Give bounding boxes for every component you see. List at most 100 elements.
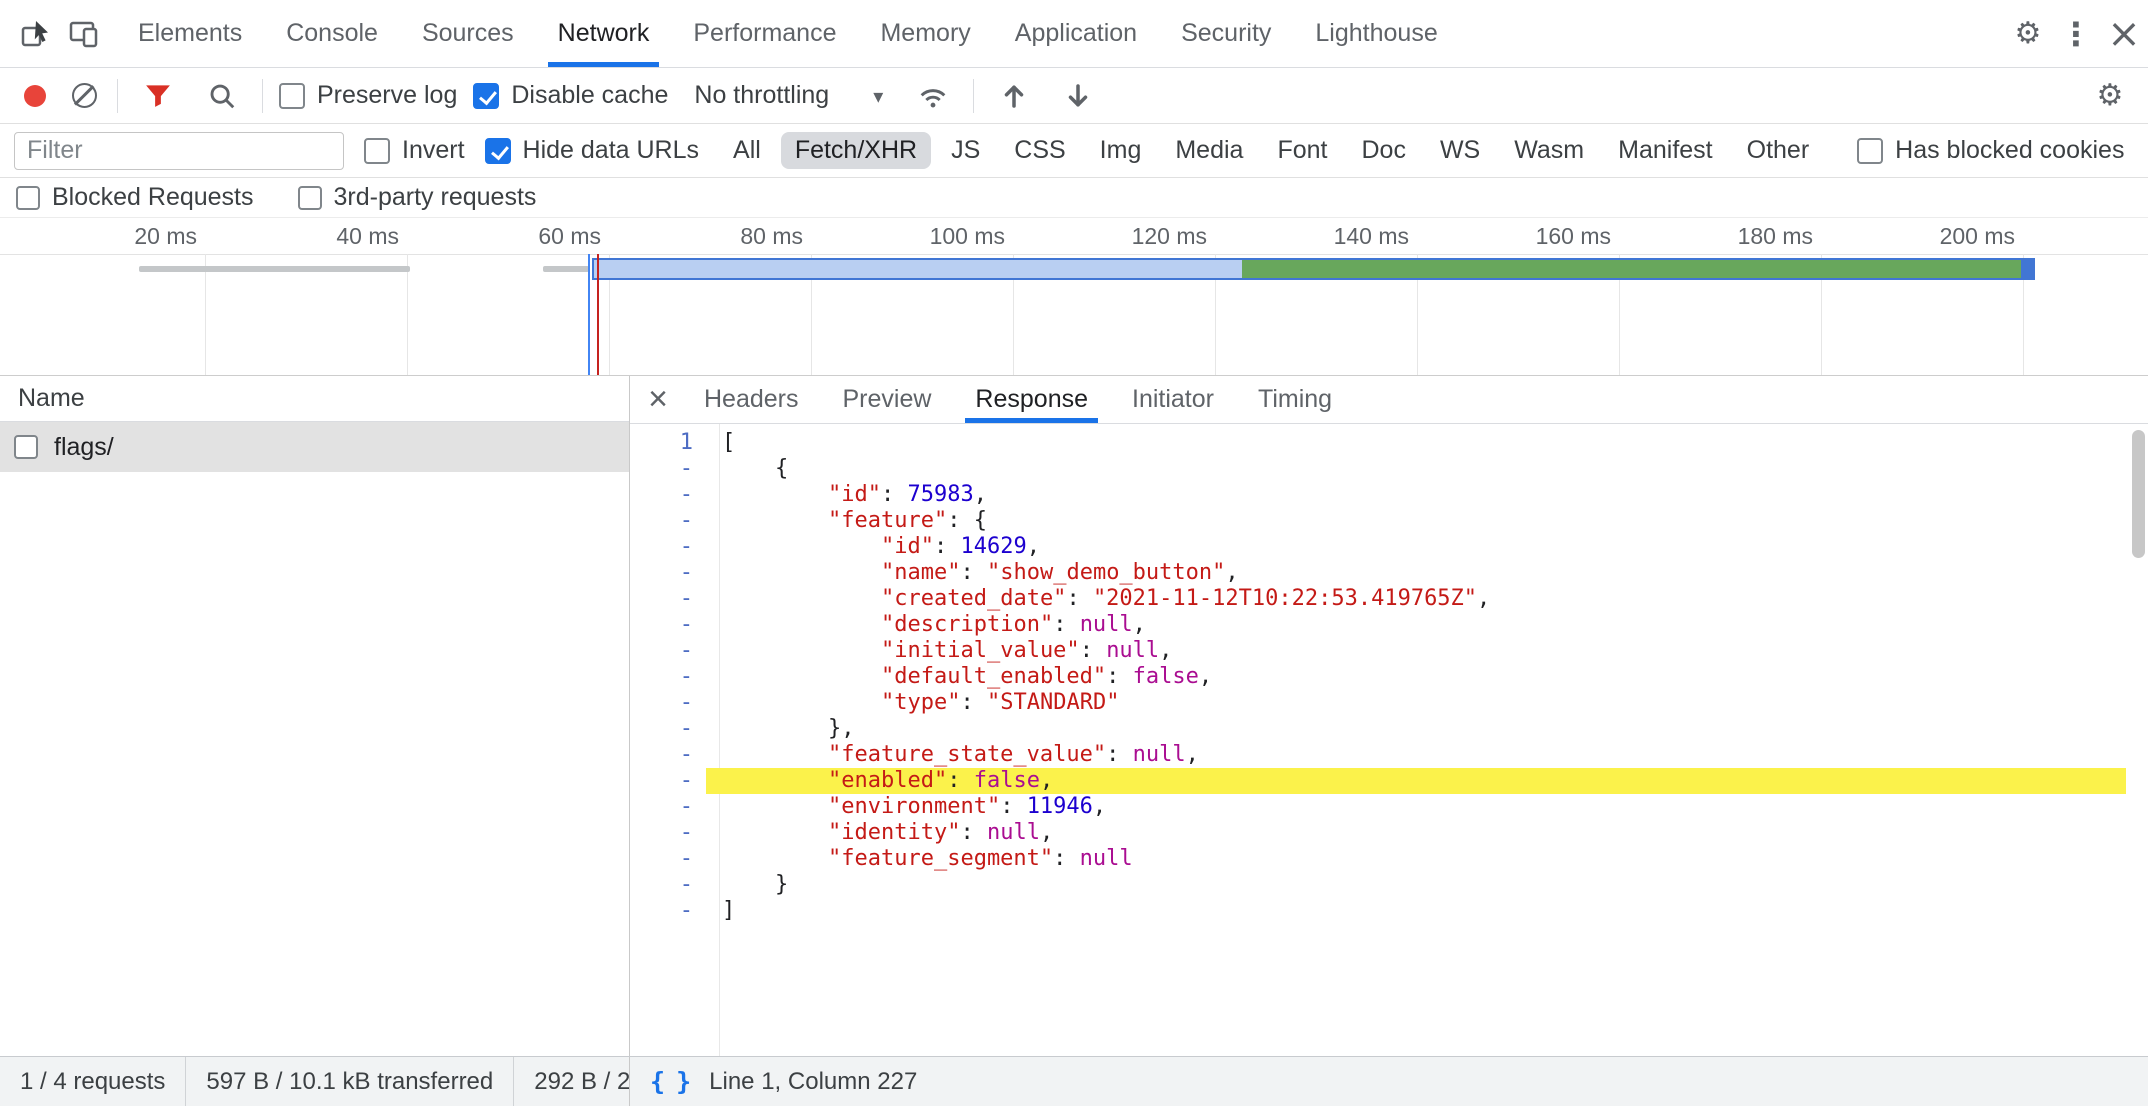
scrollbar[interactable] [2130,428,2147,1052]
timeline-gridline [407,254,408,375]
network-split-view: Name flags/ × HeadersPreviewResponseInit… [0,376,2148,1056]
tab-lighthouse[interactable]: Lighthouse [1293,0,1459,67]
code-token: : [960,560,987,585]
tabbar-spacer [1460,0,2004,67]
blocked-requests-checkbox[interactable]: Blocked Requests [16,183,254,212]
invert-checkbox[interactable]: Invert [364,136,465,165]
code-line-text: "environment": 11946, [706,794,2126,820]
gutter-marker: - [630,586,706,612]
tab-console[interactable]: Console [264,0,400,67]
throttling-dropdown[interactable]: No throttling ▾ [684,81,893,110]
code-token: "id" [881,534,934,559]
invert-checkbox-box[interactable] [364,138,390,164]
third-party-requests-checkbox-box[interactable] [298,186,322,210]
disable-cache-checkbox-box[interactable] [473,83,499,109]
disable-cache-label: Disable cache [511,81,668,110]
preserve-log-checkbox[interactable]: Preserve log [279,81,457,110]
code-line: -{ [630,456,2126,482]
request-row-checkbox[interactable] [14,435,38,459]
network-settings-gear-icon[interactable]: ⚙ [2086,78,2134,113]
gutter-marker: - [630,716,706,742]
code-token: null [1106,638,1159,663]
details-tab-headers[interactable]: Headers [682,376,821,423]
code-line-text: } [706,872,2126,898]
filter-type-other[interactable]: Other [1733,132,1824,169]
details-tab-response[interactable]: Response [953,376,1110,423]
import-har-button[interactable] [990,81,1038,111]
record-network-log-button[interactable] [24,85,46,107]
code-token: , [974,482,987,507]
clear-network-log-button[interactable] [72,83,97,108]
request-waiting-segment [594,260,1242,278]
close-devtools-icon[interactable]: × [2100,0,2148,67]
code-line: -"identity": null, [630,820,2126,846]
request-row-flags[interactable]: flags/ [0,422,629,472]
device-toolbar-button[interactable] [60,0,108,67]
settings-gear-icon[interactable]: ⚙ [2004,0,2052,67]
has-blocked-cookies-checkbox[interactable]: Has blocked cookies [1857,136,2124,165]
filter-toggle-button[interactable] [134,81,182,111]
gutter-marker: - [630,534,706,560]
code-token: : [1000,794,1027,819]
filter-type-font[interactable]: Font [1263,132,1341,169]
inspect-element-button[interactable] [12,0,60,67]
search-button[interactable] [198,81,246,111]
filter-type-wasm[interactable]: Wasm [1500,132,1598,169]
filter-input[interactable] [14,132,344,170]
disable-cache-checkbox[interactable]: Disable cache [473,81,668,110]
code-line-text: "enabled": false, [706,768,2126,794]
tab-performance[interactable]: Performance [671,0,858,67]
details-tab-timing[interactable]: Timing [1236,376,1354,423]
network-overview-timeline[interactable]: 20 ms40 ms60 ms80 ms100 ms120 ms140 ms16… [0,218,2148,376]
tab-application[interactable]: Application [993,0,1159,67]
gutter-marker: - [630,664,706,690]
details-tab-preview[interactable]: Preview [821,376,954,423]
code-line-text: "feature_segment": null [706,846,2126,872]
tab-security[interactable]: Security [1159,0,1293,67]
has-blocked-cookies-checkbox-box[interactable] [1857,138,1883,164]
timeline-tick-label: 180 ms [1738,223,1813,250]
tab-elements[interactable]: Elements [116,0,264,67]
filter-type-ws[interactable]: WS [1426,132,1494,169]
scrollbar-thumb[interactable] [2132,430,2145,558]
gutter-marker: - [630,794,706,820]
close-details-icon[interactable]: × [634,376,682,423]
network-conditions-button[interactable] [909,80,957,112]
filter-type-manifest[interactable]: Manifest [1604,132,1726,169]
filter-type-js[interactable]: JS [937,132,994,169]
filter-type-css[interactable]: CSS [1000,132,1079,169]
tab-network[interactable]: Network [536,0,672,67]
filter-type-all[interactable]: All [719,132,775,169]
export-har-button[interactable] [1054,81,1102,111]
more-options-icon[interactable]: ⋮ [2052,0,2100,67]
code-line-text: [ [706,430,2126,456]
response-body-view[interactable]: 1[-{-"id": 75983,-"feature": {-"id": 146… [630,424,2148,1056]
gutter-marker: 1 [630,430,706,456]
code-token: 14629 [960,534,1026,559]
tab-memory[interactable]: Memory [858,0,992,67]
column-header-name[interactable]: Name [0,376,629,422]
filter-type-doc[interactable]: Doc [1347,132,1419,169]
timeline-tick-label: 140 ms [1334,223,1409,250]
tab-sources[interactable]: Sources [400,0,536,67]
hide-data-urls-checkbox[interactable]: Hide data URLs [485,136,699,165]
preserve-log-checkbox-box[interactable] [279,83,305,109]
filter-type-fetch-xhr[interactable]: Fetch/XHR [781,132,931,169]
details-tab-initiator[interactable]: Initiator [1110,376,1236,423]
filter-type-media[interactable]: Media [1161,132,1257,169]
code-line-text: "feature_state_value": null, [706,742,2126,768]
code-line: -"feature_state_value": null, [630,742,2126,768]
hide-data-urls-label: Hide data URLs [523,136,699,165]
filter-type-img[interactable]: Img [1086,132,1156,169]
code-line: -"created_date": "2021-11-12T10:22:53.41… [630,586,2126,612]
hide-data-urls-checkbox-box[interactable] [485,138,511,164]
pretty-print-icon[interactable]: { } [650,1067,689,1096]
blocked-requests-checkbox-box[interactable] [16,186,40,210]
code-line: -"environment": 11946, [630,794,2126,820]
response-code-lines: 1[-{-"id": 75983,-"feature": {-"id": 146… [630,430,2126,924]
code-line-text: "created_date": "2021-11-12T10:22:53.419… [706,586,2126,612]
cursor-position: Line 1, Column 227 [709,1068,917,1096]
code-token: : [947,768,974,793]
timeline-tick-label: 100 ms [930,223,1005,250]
third-party-requests-checkbox[interactable]: 3rd-party requests [298,183,537,212]
